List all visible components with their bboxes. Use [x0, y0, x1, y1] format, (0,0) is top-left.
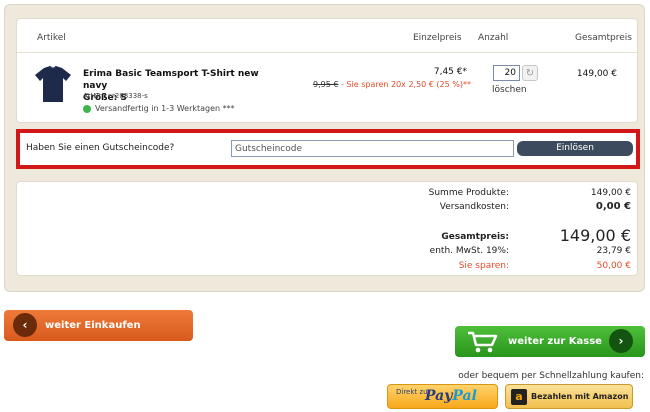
savings-text: - Sie sparen 20x 2,50 € (25 %)** — [338, 80, 471, 89]
shipping-status: Versandfertig in 1-3 Werktagen *** — [83, 104, 235, 113]
quantity-input[interactable] — [493, 65, 520, 81]
summary-saved-value: 50,00 € — [596, 261, 631, 271]
summary-shipping-label: Versandkosten: — [439, 202, 509, 212]
continue-shopping-label: weiter Einkaufen — [45, 320, 141, 331]
continue-shopping-button[interactable]: ‹ weiter Einkaufen — [4, 310, 193, 341]
header-unit-price: Einzelpreis — [413, 33, 462, 43]
cart-panel: Artikel Einzelpreis Anzahl Gesamtpreis E… — [4, 4, 645, 292]
cart-table: Artikel Einzelpreis Anzahl Gesamtpreis E… — [16, 18, 638, 123]
savings-line: 9,95 € - Sie sparen 20x 2,50 € (25 %)** — [313, 80, 471, 89]
product-article-number: ArtNr.: er208338-s — [83, 92, 148, 100]
redeem-voucher-button[interactable]: Einlösen — [517, 141, 633, 156]
voucher-label: Haben Sie einen Gutscheincode? — [26, 143, 175, 153]
voucher-code-input[interactable] — [231, 140, 514, 157]
paypal-logo: PayPal — [425, 388, 477, 404]
refresh-icon: ↻ — [525, 67, 535, 79]
quick-pay-text: oder bequem per Schnellzahlung kaufen: — [458, 371, 644, 381]
amazon-pay-label: Bezahlen mit Amazon — [531, 392, 629, 401]
voucher-section: Haben Sie einen Gutscheincode? Einlösen — [16, 129, 640, 169]
header-divider — [17, 52, 637, 53]
summary-products-label: Summe Produkte: — [428, 188, 509, 198]
old-price: 9,95 € — [313, 80, 339, 89]
availability-dot-icon — [83, 104, 91, 113]
summary-vat-label: enth. MwSt. 19%: — [429, 246, 509, 256]
order-summary: Summe Produkte: 149,00 € Versandkosten: … — [16, 181, 638, 276]
refresh-quantity-button[interactable]: ↻ — [522, 65, 538, 81]
summary-total-label: Gesamtpreis: — [441, 232, 509, 242]
chevron-right-icon: › — [609, 329, 633, 353]
tshirt-product-image[interactable] — [31, 64, 75, 104]
amazon-icon: a — [511, 389, 527, 405]
checkout-label: weiter zur Kasse — [508, 336, 602, 347]
shopping-cart-icon — [468, 331, 498, 353]
summary-total-value: 149,00 € — [559, 226, 631, 245]
checkout-button[interactable]: weiter zur Kasse › — [455, 326, 645, 357]
summary-products-value: 149,00 € — [590, 188, 631, 198]
product-name-link[interactable]: Erima Basic Teamsport T-Shirt new navy — [83, 68, 283, 92]
unit-price: 7,45 €* — [433, 67, 467, 77]
amazon-pay-button[interactable]: a Bezahlen mit Amazon — [505, 384, 633, 409]
header-quantity: Anzahl — [478, 33, 509, 43]
row-total-price: 149,00 € — [576, 69, 617, 79]
header-total-price: Gesamtpreis — [575, 33, 632, 43]
summary-saved-label: Sie sparen: — [458, 261, 509, 271]
shipping-status-text: Versandfertig in 1-3 Werktagen *** — [95, 104, 235, 113]
paypal-direct-text: Direkt zu — [396, 388, 428, 396]
paypal-button[interactable]: Direkt zu PayPal — [387, 384, 498, 409]
delete-item-link[interactable]: löschen — [492, 85, 527, 95]
summary-shipping-value: 0,00 € — [595, 201, 631, 212]
summary-vat-value: 23,79 € — [596, 246, 631, 256]
chevron-left-icon: ‹ — [13, 313, 37, 337]
header-article: Artikel — [37, 33, 66, 43]
